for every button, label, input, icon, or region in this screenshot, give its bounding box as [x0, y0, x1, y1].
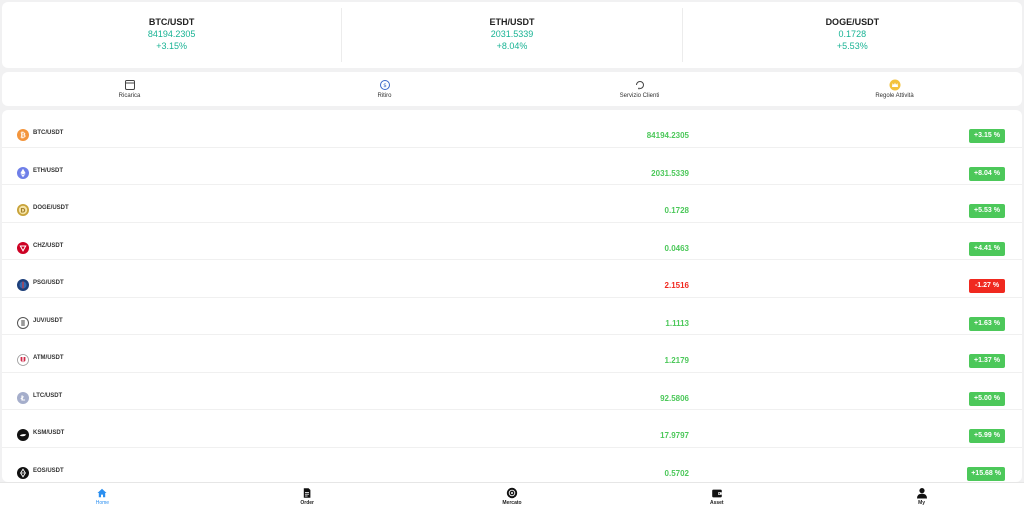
- tab-label: My: [918, 500, 926, 506]
- svg-text:D: D: [20, 207, 25, 214]
- svg-text:$: $: [383, 83, 387, 89]
- market-coin-icon: [506, 487, 518, 499]
- pair-name: ETH/USDT: [33, 167, 63, 174]
- market-row[interactable]: ₿ BTC/USDT 84194.2305 +3.15 %: [2, 110, 1022, 148]
- last-price: 0.0463: [664, 243, 689, 253]
- market-row[interactable]: CHZ/USDT 0.0463 +4.41 %: [2, 223, 1022, 260]
- last-price: 17.9797: [660, 431, 689, 440]
- tab-label: Mercato: [502, 500, 522, 506]
- market-row[interactable]: ETH/USDT 2031.5339 +8.04 %: [2, 148, 1022, 185]
- last-price: 0.5702: [664, 468, 689, 478]
- market-row[interactable]: ATM/USDT 1.2179 +1.37 %: [2, 335, 1022, 373]
- tab-home[interactable]: Home: [0, 483, 205, 509]
- eos-coin-icon: [17, 466, 29, 479]
- tab-label: Order: [300, 500, 314, 506]
- change-badge[interactable]: +1.63 %: [969, 316, 1005, 331]
- market-row[interactable]: JUV/USDT 1.1113 +1.63 %: [2, 298, 1022, 335]
- pair-name: DOGE/USDT: [33, 205, 69, 211]
- wallet-card-icon: [124, 80, 135, 90]
- ticker-change: +3.15%: [156, 41, 188, 51]
- tab-label: Asset: [709, 500, 724, 506]
- home-icon: [97, 488, 107, 498]
- pair-name: BTC/USDT: [33, 130, 64, 136]
- eth-coin-icon: [17, 166, 29, 179]
- support-headset-icon: [635, 81, 644, 90]
- market-row[interactable]: KSM/USDT 17.9797 +5.99 %: [2, 410, 1022, 448]
- ksm-coin-icon: [17, 429, 29, 441]
- market-row[interactable]: EOS/USDT 0.5702 +15.68 %: [2, 448, 1022, 483]
- ticker-symbol: ETH/USDT: [489, 17, 535, 27]
- change-badge[interactable]: +5.00 %: [969, 391, 1005, 406]
- pair-name: JUV/USDT: [33, 317, 63, 324]
- last-price: 1.2179: [664, 356, 689, 365]
- last-price: 0.1728: [664, 206, 689, 215]
- bottom-tab-bar: Home Order Mercato Asset My: [0, 482, 1024, 509]
- ticker-btc[interactable]: BTC/USDT 84194.2305 +3.15%: [2, 8, 343, 62]
- last-price: 2031.5339: [651, 168, 689, 178]
- change-badge[interactable]: +8.04 %: [969, 166, 1005, 181]
- last-price: 2.1516: [664, 281, 689, 290]
- action-label: Servizio Clienti: [619, 93, 660, 99]
- change-badge[interactable]: +15.68 %: [967, 466, 1005, 481]
- doge-coin-icon: D: [17, 204, 29, 216]
- document-icon: [303, 488, 311, 498]
- psg-coin-icon: [17, 279, 29, 291]
- chz-coin-icon: [17, 241, 29, 254]
- action-label: Ricarica: [118, 93, 141, 99]
- tab-order[interactable]: Order: [205, 483, 410, 509]
- action-ritiro[interactable]: $ Ritiro: [257, 72, 512, 106]
- action-label: Ritiro: [377, 93, 392, 99]
- ticker-change: +8.04%: [496, 41, 528, 51]
- tab-label: Home: [95, 500, 110, 506]
- tab-asset[interactable]: Asset: [614, 483, 819, 509]
- change-badge[interactable]: +5.53 %: [969, 204, 1005, 218]
- tab-my[interactable]: My: [819, 483, 1024, 509]
- user-icon: [916, 488, 927, 499]
- tab-mercato[interactable]: Mercato: [410, 483, 615, 509]
- last-price: 1.1113: [665, 318, 689, 328]
- pair-name: CHZ/USDT: [33, 242, 64, 249]
- ticker-price: 0.1728: [838, 29, 867, 39]
- ticker-panel: BTC/USDT 84194.2305 +3.15% ETH/USDT 2031…: [2, 2, 1022, 68]
- last-price: 84194.2305: [646, 131, 689, 140]
- market-list: ₿ BTC/USDT 84194.2305 +3.15 % ETH/USDT 2…: [2, 110, 1022, 482]
- ltc-coin-icon: Ł: [17, 391, 29, 404]
- svg-text:Ł: Ł: [20, 394, 26, 402]
- action-ricarica[interactable]: Ricarica: [2, 72, 257, 106]
- quick-actions: Ricarica $ Ritiro Servizio Clienti Regol…: [2, 72, 1022, 106]
- pair-name: LTC/USDT: [33, 392, 63, 399]
- ticker-symbol: DOGE/USDT: [825, 17, 880, 27]
- btc-coin-icon: ₿: [17, 129, 29, 141]
- market-row[interactable]: D DOGE/USDT 0.1728 +5.53 %: [2, 185, 1022, 223]
- pair-name: EOS/USDT: [33, 467, 64, 474]
- change-badge[interactable]: +5.99 %: [969, 429, 1005, 443]
- last-price: 92.5806: [660, 393, 689, 403]
- pair-name: ATM/USDT: [33, 355, 64, 361]
- juv-coin-icon: [17, 316, 29, 329]
- ticker-price: 84194.2305: [147, 29, 196, 39]
- market-row[interactable]: PSG/USDT 2.1516 -1.27 %: [2, 260, 1022, 298]
- wallet-icon: [711, 489, 722, 498]
- action-servizio-clienti[interactable]: Servizio Clienti: [512, 72, 767, 106]
- action-label: Regole Attività: [875, 93, 914, 99]
- coin-withdraw-icon: $: [379, 80, 390, 90]
- ticker-symbol: BTC/USDT: [148, 17, 195, 27]
- change-badge[interactable]: +1.37 %: [969, 354, 1005, 368]
- pair-name: KSM/USDT: [33, 430, 65, 436]
- ticker-price: 2031.5339: [490, 29, 534, 39]
- change-badge[interactable]: -1.27 %: [969, 279, 1005, 293]
- action-regole-attivita[interactable]: Regole Attività: [767, 72, 1022, 106]
- ticker-doge[interactable]: DOGE/USDT 0.1728 +5.53%: [683, 8, 1022, 62]
- pair-name: PSG/USDT: [33, 280, 64, 286]
- atm-coin-icon: [17, 354, 29, 366]
- crown-badge-icon: [889, 79, 900, 91]
- svg-text:₿: ₿: [20, 131, 26, 139]
- change-badge[interactable]: +3.15 %: [969, 129, 1005, 143]
- ticker-eth[interactable]: ETH/USDT 2031.5339 +8.04%: [342, 8, 683, 62]
- change-badge[interactable]: +4.41 %: [969, 241, 1005, 256]
- ticker-change: +5.53%: [836, 41, 868, 51]
- market-row[interactable]: Ł LTC/USDT 92.5806 +5.00 %: [2, 373, 1022, 410]
